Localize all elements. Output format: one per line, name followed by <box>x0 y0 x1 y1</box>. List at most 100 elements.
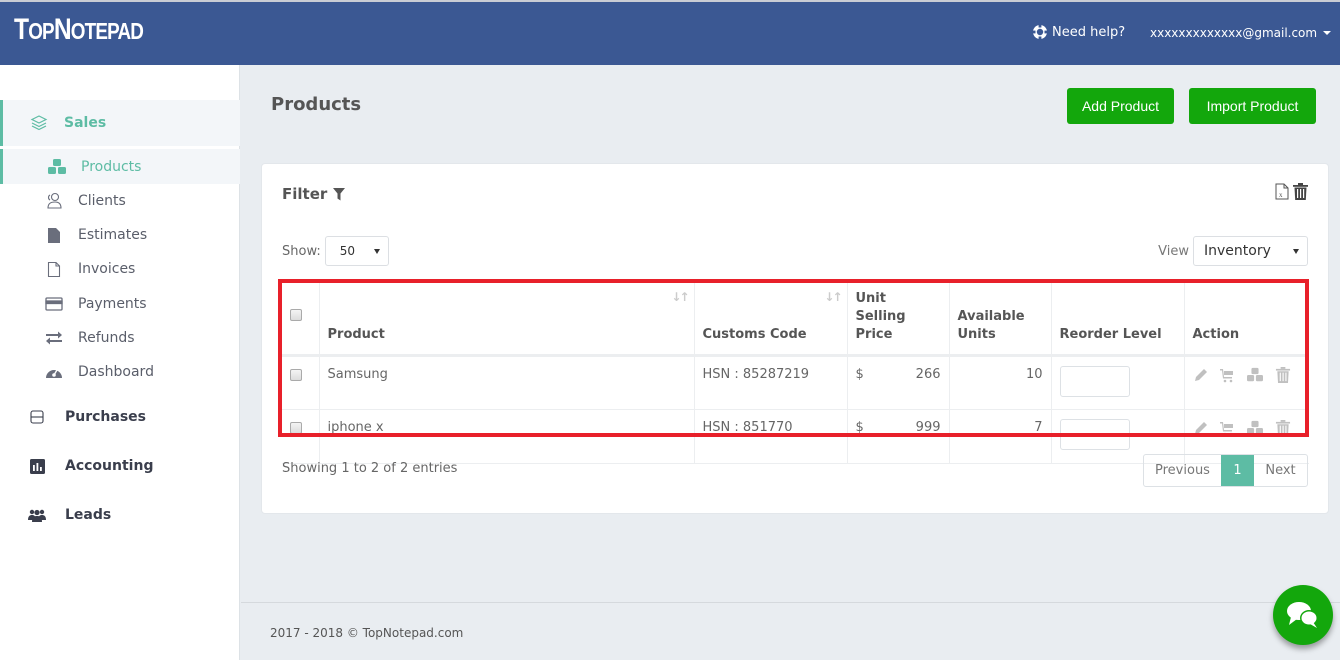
credit-card-icon <box>44 295 64 313</box>
sidebar-label: Payments <box>78 296 147 312</box>
users-icon <box>44 192 64 210</box>
products-table: Product ↓↑ Customs Code ↓↑ Unit Selling … <box>282 282 1309 464</box>
sidebar-label: Leads <box>65 507 112 523</box>
filter-toggle[interactable]: Filter <box>282 185 346 203</box>
sidebar-item-accounting[interactable]: Accounting <box>0 446 240 486</box>
sort-icon[interactable]: ↓↑ <box>824 288 842 306</box>
sidebar-label: Clients <box>78 193 126 209</box>
row-checkbox[interactable] <box>290 369 302 381</box>
sidebar: Sales Products Clients Estimates Invoice… <box>0 65 240 660</box>
delete-icon[interactable] <box>1275 367 1291 383</box>
previous-page-button[interactable]: Previous <box>1144 455 1221 486</box>
logo[interactable]: TOPNOTEPAD <box>14 13 144 47</box>
file-icon <box>44 226 64 244</box>
sidebar-item-purchases[interactable]: Purchases <box>0 397 240 437</box>
export-excel-icon[interactable]: x <box>1275 183 1289 204</box>
products-card: Filter x Show: 50 View Inventory Product… <box>261 163 1329 514</box>
available-units: 10 <box>949 355 1052 410</box>
caret-down-icon <box>1323 31 1332 35</box>
customs-code: HSN : 851770 <box>694 409 848 464</box>
reorder-level-input[interactable] <box>1059 366 1130 397</box>
edit-icon[interactable] <box>1193 367 1209 383</box>
column-unit-selling-price: Unit Selling Price <box>847 282 950 357</box>
reorder-level-input[interactable] <box>1059 419 1130 450</box>
available-units: 7 <box>949 409 1052 464</box>
cubes-icon[interactable] <box>1245 367 1265 383</box>
filter-icon <box>333 187 346 200</box>
caret-down-icon <box>373 248 380 254</box>
view-select[interactable]: Inventory <box>1193 236 1308 266</box>
sidebar-label: Sales <box>64 115 107 131</box>
price-value: 999 <box>915 420 941 435</box>
group-icon <box>27 506 47 524</box>
select-all-checkbox[interactable] <box>290 309 302 321</box>
column-customs-code[interactable]: Customs Code ↓↑ <box>694 282 848 357</box>
chat-button[interactable] <box>1273 585 1333 645</box>
page-title: Products <box>271 94 362 115</box>
svg-text:x: x <box>1279 191 1283 199</box>
delete-icon[interactable] <box>1275 420 1291 436</box>
sidebar-item-sales[interactable]: Sales <box>0 100 240 146</box>
cubes-icon <box>47 158 67 176</box>
sidebar-item-estimates[interactable]: Estimates <box>0 218 240 252</box>
top-bar: TOPNOTEPAD Need help? xxxxxxxxxxxxx@gmai… <box>0 0 1340 65</box>
product-name[interactable]: iphone x <box>319 409 695 464</box>
sidebar-label: Products <box>81 158 142 175</box>
pagination: Previous 1 Next <box>1143 454 1308 487</box>
table-row: Samsung HSN : 85287219 $266 10 <box>282 355 1309 410</box>
user-email: xxxxxxxxxxxxx@gmail.com <box>1150 26 1318 40</box>
customs-code: HSN : 85287219 <box>694 355 848 410</box>
entries-summary: Showing 1 to 2 of 2 entries <box>282 461 458 476</box>
exchange-icon <box>44 329 64 347</box>
cubes-icon[interactable] <box>1245 420 1265 436</box>
product-name[interactable]: Samsung <box>319 355 695 410</box>
sidebar-item-clients[interactable]: Clients <box>0 184 240 218</box>
sidebar-item-refunds[interactable]: Refunds <box>0 321 240 355</box>
delete-all-icon[interactable] <box>1293 183 1308 204</box>
chat-bubbles-icon <box>1287 602 1318 628</box>
sidebar-item-dashboard[interactable]: Dashboard <box>0 355 240 389</box>
cart-icon[interactable] <box>1219 367 1235 383</box>
sidebar-label: Invoices <box>78 261 136 277</box>
copyright: 2017 - 2018 © TopNotepad.com <box>270 626 464 640</box>
sidebar-item-invoices[interactable]: Invoices <box>0 252 240 286</box>
column-action: Action <box>1184 282 1309 357</box>
sidebar-label: Dashboard <box>78 364 154 380</box>
sort-icon[interactable]: ↓↑ <box>671 288 689 306</box>
dashboard-icon <box>44 363 64 381</box>
price-value: 266 <box>915 367 941 382</box>
caret-down-icon <box>1293 248 1299 254</box>
help-link[interactable]: Need help? <box>1032 24 1125 40</box>
column-reorder-level: Reorder Level <box>1051 282 1185 357</box>
sidebar-item-leads[interactable]: Leads <box>0 495 240 535</box>
sidebar-label: Estimates <box>78 227 148 243</box>
row-checkbox[interactable] <box>290 422 302 434</box>
sidebar-item-products[interactable]: Products <box>0 149 240 184</box>
cart-icon[interactable] <box>1219 420 1235 436</box>
filter-label: Filter <box>282 185 328 203</box>
currency: $ <box>855 420 864 435</box>
minus-square-icon <box>27 408 47 426</box>
page-size-select[interactable]: 50 <box>324 236 389 266</box>
column-product[interactable]: Product ↓↑ <box>319 282 695 357</box>
select-all-cell <box>282 282 320 357</box>
view-value: Inventory <box>1204 243 1271 259</box>
show-label: Show: <box>282 243 321 259</box>
layers-icon <box>29 114 49 132</box>
user-menu[interactable]: xxxxxxxxxxxxx@gmail.com <box>1150 26 1332 40</box>
page-size-value: 50 <box>339 244 356 258</box>
add-product-button[interactable]: Add Product <box>1067 88 1174 124</box>
sidebar-item-payments[interactable]: Payments <box>0 287 240 321</box>
page-1-button[interactable]: 1 <box>1221 455 1254 486</box>
life-ring-icon <box>1032 24 1048 40</box>
show-entries: Show: 50 <box>282 236 389 266</box>
next-page-button[interactable]: Next <box>1254 455 1307 486</box>
file-outline-icon <box>44 260 64 278</box>
sidebar-label: Accounting <box>65 458 154 474</box>
import-product-button[interactable]: Import Product <box>1189 88 1316 124</box>
edit-icon[interactable] <box>1193 420 1209 436</box>
view-selector: View Inventory <box>1158 236 1308 266</box>
column-available-units: Available Units <box>949 282 1052 357</box>
view-label: View <box>1158 243 1189 259</box>
help-label: Need help? <box>1052 24 1126 40</box>
